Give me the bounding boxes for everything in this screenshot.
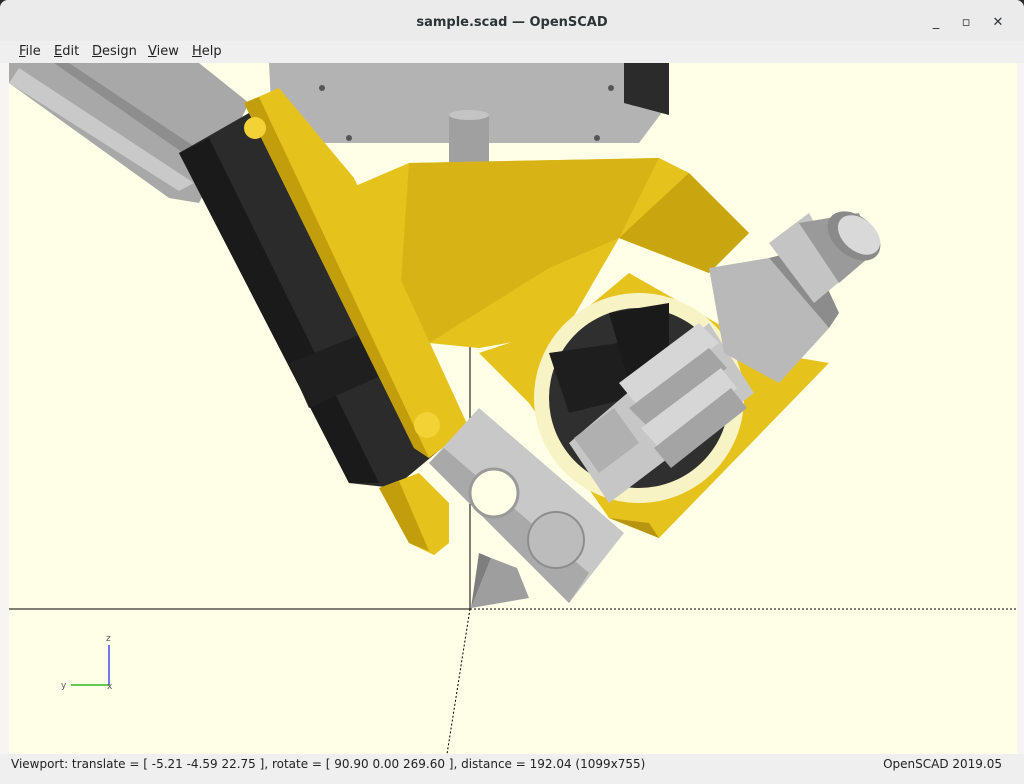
viewport-info: Viewport: translate = [ -5.21 -4.59 22.7… <box>11 757 646 771</box>
minimize-button[interactable]: _ <box>924 11 948 35</box>
window-title: sample.scad — OpenSCAD <box>416 15 608 30</box>
close-button[interactable]: ✕ <box>986 11 1010 35</box>
menu-help-label: elp <box>201 44 222 59</box>
menu-view-mnemonic: V <box>148 44 157 59</box>
screw-hole <box>594 135 600 141</box>
menu-bar: File Edit Design View Help <box>0 41 1024 63</box>
motor-shaft-top <box>449 110 489 120</box>
title-bar[interactable]: sample.scad — OpenSCAD _ ▫ ✕ <box>0 0 1024 45</box>
menu-design-mnemonic: D <box>92 44 103 59</box>
version-label: OpenSCAD 2019.05 <box>883 757 1002 771</box>
menu-design-label: esign <box>102 44 137 59</box>
axis-z-label: z <box>106 634 111 644</box>
maximize-button[interactable]: ▫ <box>954 11 978 35</box>
menu-design[interactable]: Design <box>92 41 137 63</box>
axes-indicator: z y x <box>61 634 113 692</box>
y-axis-negative-line <box>446 608 471 754</box>
menu-file-label: ile <box>25 44 41 59</box>
screw-hole <box>608 85 614 91</box>
menu-help-mnemonic: H <box>192 44 202 59</box>
app-window: sample.scad — OpenSCAD _ ▫ ✕ File Edit D… <box>0 0 1024 784</box>
3d-viewport[interactable]: z y x <box>9 63 1017 754</box>
menu-edit-mnemonic: E <box>54 44 63 59</box>
heater-hole <box>468 467 520 519</box>
axis-x-label: x <box>107 682 113 692</box>
bracket-boss <box>414 412 440 438</box>
menu-edit[interactable]: Edit <box>54 41 79 63</box>
screw-hole <box>346 135 352 141</box>
motor-shaft <box>449 115 489 163</box>
axis-y-label: y <box>61 681 67 691</box>
menu-view-label: iew <box>156 44 179 59</box>
status-bar: Viewport: translate = [ -5.21 -4.59 22.7… <box>0 754 1024 784</box>
thermistor-boss <box>527 511 585 569</box>
bracket-boss <box>244 117 266 139</box>
menu-help[interactable]: Help <box>192 41 222 63</box>
menu-view[interactable]: View <box>148 41 179 63</box>
model-render: z y x <box>9 63 1017 754</box>
menu-edit-label: dit <box>62 44 80 59</box>
menu-file[interactable]: File <box>19 41 41 63</box>
screw-hole <box>319 85 325 91</box>
